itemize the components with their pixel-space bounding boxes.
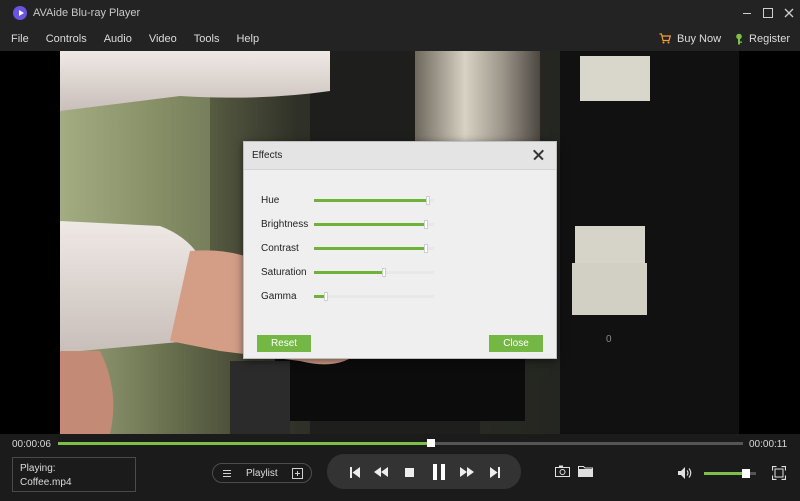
snapshot-icon[interactable] xyxy=(554,464,570,478)
playlist-button[interactable]: Playlist xyxy=(212,463,312,483)
close-button[interactable]: Close xyxy=(489,335,543,352)
menu-file[interactable]: File xyxy=(5,33,35,45)
volume-fill xyxy=(704,472,746,475)
effect-label: Saturation xyxy=(261,266,307,278)
seek-thumb[interactable] xyxy=(427,439,436,447)
buy-now-link[interactable]: Buy Now xyxy=(659,33,721,45)
next-icon[interactable] xyxy=(487,464,503,480)
menu-audio[interactable]: Audio xyxy=(98,33,138,45)
effect-row-hue: Hue xyxy=(261,194,434,206)
close-icon[interactable] xyxy=(779,3,798,23)
stop-icon[interactable] xyxy=(401,464,417,480)
menu-controls[interactable]: Controls xyxy=(40,33,93,45)
playing-label: Playing: xyxy=(20,463,56,474)
playlist-icon xyxy=(223,469,231,477)
effect-row-brightness: Brightness xyxy=(261,218,434,230)
effects-dialog: Effects Hue Brightness Contrast Saturati… xyxy=(243,141,557,359)
effect-row-gamma: Gamma xyxy=(261,290,434,302)
brightness-slider[interactable] xyxy=(314,219,434,229)
pause-icon[interactable] xyxy=(430,462,448,482)
cart-icon xyxy=(659,33,671,44)
fast-forward-icon[interactable] xyxy=(458,464,476,480)
file-name: Coffee.mp4 xyxy=(20,477,72,488)
slider-thumb[interactable] xyxy=(423,219,428,229)
buy-now-label: Buy Now xyxy=(677,32,722,45)
effect-row-saturation: Saturation xyxy=(261,266,434,278)
slider-fill xyxy=(314,198,428,202)
video-overlay-text: 0 xyxy=(606,334,612,345)
menu-bar: File Controls Audio Video Tools Help Buy… xyxy=(0,26,800,51)
slider-fill xyxy=(314,246,426,250)
transport-controls xyxy=(327,454,521,489)
total-time: 00:00:11 xyxy=(749,439,788,450)
maximize-icon[interactable] xyxy=(758,3,777,23)
register-link[interactable]: Register xyxy=(735,33,790,45)
effect-row-contrast: Contrast xyxy=(261,242,434,254)
slider-thumb[interactable] xyxy=(381,267,386,277)
title-bar: AVAide Blu-ray Player xyxy=(0,0,800,26)
effect-label: Brightness xyxy=(261,218,309,230)
key-icon xyxy=(736,33,743,44)
seek-fill xyxy=(58,442,432,445)
close-icon[interactable] xyxy=(531,147,547,163)
effect-label: Gamma xyxy=(261,290,297,302)
slider-thumb[interactable] xyxy=(324,291,328,301)
slider-thumb[interactable] xyxy=(426,195,430,205)
slider-fill xyxy=(314,270,384,274)
reset-button[interactable]: Reset xyxy=(257,335,311,352)
volume-slider[interactable] xyxy=(704,469,756,478)
seek-bar[interactable] xyxy=(58,439,743,447)
saturation-slider[interactable] xyxy=(314,267,434,277)
effect-label: Hue xyxy=(261,194,280,206)
current-time: 00:00:06 xyxy=(12,439,51,450)
app-logo-icon xyxy=(13,6,27,20)
fullscreen-icon[interactable] xyxy=(771,465,787,481)
slider-thumb[interactable] xyxy=(423,243,428,253)
menu-video[interactable]: Video xyxy=(143,33,183,45)
slider-fill xyxy=(314,222,426,226)
volume-icon[interactable] xyxy=(677,466,693,480)
register-label: Register xyxy=(749,32,790,45)
now-playing-box: Playing: Coffee.mp4 xyxy=(12,457,136,492)
dialog-title: Effects xyxy=(252,150,283,161)
video-area[interactable]: 0 Effects Hue Brightness Contrast Satura… xyxy=(0,51,800,434)
app-title: AVAide Blu-ray Player xyxy=(33,7,141,19)
volume-thumb[interactable] xyxy=(741,469,750,478)
dialog-header: Effects xyxy=(244,142,556,170)
playlist-label: Playlist xyxy=(246,467,278,479)
previous-icon[interactable] xyxy=(347,464,363,480)
gamma-slider[interactable] xyxy=(314,291,434,301)
minimize-icon[interactable] xyxy=(737,3,756,23)
contrast-slider[interactable] xyxy=(314,243,434,253)
playlist-add-icon[interactable] xyxy=(291,467,303,479)
hue-slider[interactable] xyxy=(314,195,434,205)
effect-label: Contrast xyxy=(261,242,299,254)
window-controls xyxy=(737,0,800,26)
menu-tools[interactable]: Tools xyxy=(188,33,226,45)
menu-help[interactable]: Help xyxy=(230,33,265,45)
folder-icon[interactable] xyxy=(577,464,593,478)
rewind-icon[interactable] xyxy=(372,464,390,480)
